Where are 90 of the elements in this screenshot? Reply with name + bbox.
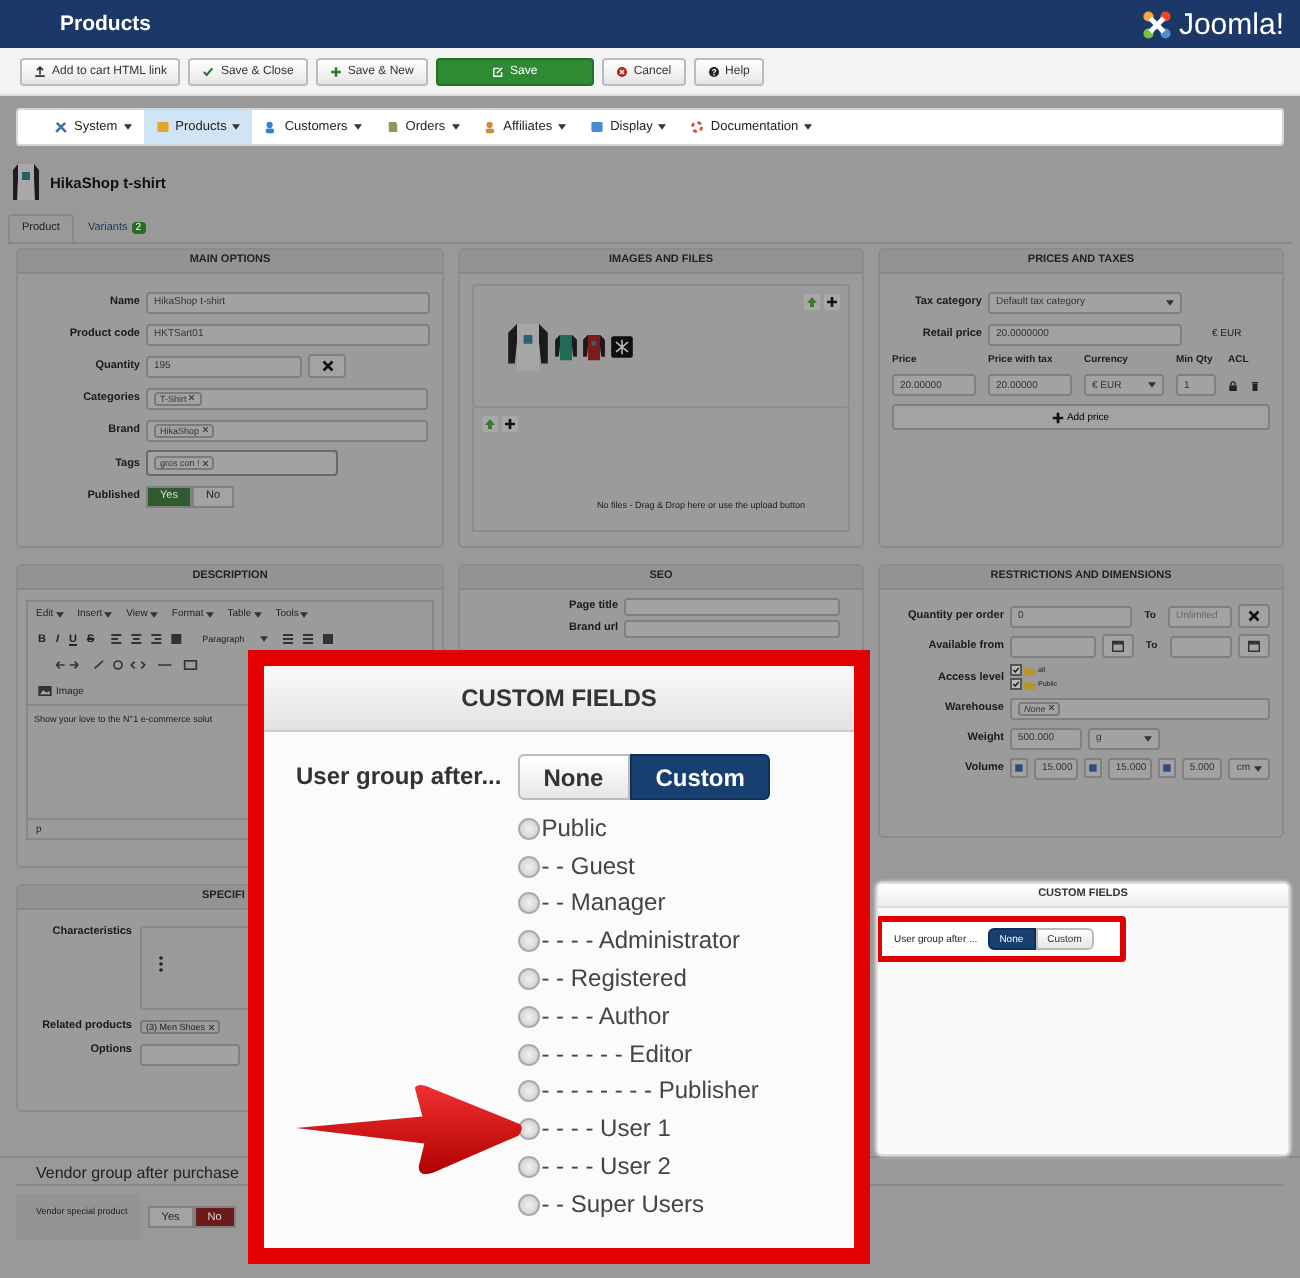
date-field[interactable]	[1169, 635, 1232, 657]
panel-heading: CUSTOM FIELDS	[264, 666, 854, 732]
dimension-icon	[1010, 758, 1028, 778]
radio-button[interactable]	[517, 817, 540, 840]
caret-icon	[658, 124, 667, 130]
caret-icon	[1148, 382, 1156, 388]
lifebuoy-icon	[690, 120, 705, 134]
logo-icon	[1140, 7, 1175, 41]
trash-icon[interactable]	[1250, 379, 1260, 391]
remove-icon[interactable]	[201, 459, 209, 467]
plus-icon	[329, 65, 342, 77]
clear-button[interactable]	[1237, 604, 1270, 628]
caret-icon	[1166, 299, 1174, 305]
logo-text: Joomla!	[1178, 7, 1284, 41]
dimension-icon	[1157, 758, 1176, 778]
cancel-icon	[615, 65, 628, 77]
shirt-icon	[12, 162, 40, 202]
radio-button[interactable]	[517, 930, 540, 953]
page-title: Products	[60, 12, 152, 36]
caret-icon	[1254, 765, 1262, 771]
radio-button[interactable]	[517, 1005, 540, 1028]
dimension-icon	[1083, 758, 1102, 778]
calendar-icon	[1247, 640, 1260, 652]
clear-button[interactable]	[308, 354, 346, 378]
caret-icon	[232, 124, 241, 130]
caret-icon	[260, 636, 269, 642]
remove-icon[interactable]	[207, 1023, 215, 1031]
close-icon	[321, 360, 333, 372]
box-icon	[155, 120, 170, 134]
caret-icon	[804, 124, 813, 130]
field-label: User group after...	[296, 760, 502, 790]
input-field[interactable]	[624, 597, 840, 615]
close-icon	[1247, 610, 1260, 622]
group-label: - - Manager	[541, 888, 666, 917]
group-label: - - - - - - Editor	[541, 1039, 693, 1068]
plus-icon[interactable]	[824, 294, 840, 310]
remove-icon[interactable]	[1047, 704, 1055, 712]
caret-icon	[123, 124, 132, 130]
caret-icon	[104, 611, 113, 617]
caret-icon	[353, 124, 362, 130]
group-label: - - - - - - - - Publisher	[541, 1076, 759, 1105]
caret-icon	[558, 124, 567, 130]
caret-icon	[451, 124, 460, 130]
input-field[interactable]	[624, 619, 840, 637]
input-field[interactable]	[140, 1044, 240, 1066]
radio-button[interactable]	[517, 855, 540, 878]
plus-icon[interactable]	[502, 416, 518, 432]
people-icon	[264, 120, 279, 134]
radio-button[interactable]	[517, 1080, 540, 1103]
check-icon	[202, 65, 215, 77]
toggle-option[interactable]: None	[517, 754, 630, 800]
group-label: - - Guest	[541, 851, 635, 880]
toggle-option[interactable]: Custom	[629, 754, 771, 800]
calendar-icon	[1111, 640, 1124, 652]
checkbox[interactable]	[1010, 678, 1022, 690]
radio-button[interactable]	[517, 1118, 540, 1141]
image-icon	[38, 686, 52, 696]
caret-icon	[55, 611, 64, 617]
remove-icon[interactable]	[188, 394, 196, 402]
group-label: - - - - User 1	[541, 1114, 671, 1143]
group-label: - - - - Author	[541, 1001, 670, 1030]
save-icon	[492, 65, 504, 77]
caret-icon	[1144, 735, 1152, 741]
radio-button[interactable]	[517, 967, 540, 990]
list-icons[interactable]	[278, 634, 339, 644]
upload-icon	[34, 65, 46, 77]
plus-icon	[1052, 411, 1065, 423]
caret-icon	[205, 611, 214, 617]
radio-button[interactable]	[517, 1193, 540, 1216]
orders-icon	[385, 120, 400, 134]
group-label: - - Registered	[541, 963, 687, 992]
checkbox[interactable]	[1010, 664, 1022, 676]
caret-icon	[300, 611, 309, 617]
affiliates-icon	[483, 120, 498, 134]
group-label: - - - - Administrator	[541, 926, 741, 955]
display-icon	[590, 120, 605, 134]
help-icon	[707, 65, 720, 77]
drag-handle-icon[interactable]	[158, 956, 164, 972]
calendar-button[interactable]	[1237, 634, 1270, 658]
group-label: Public	[541, 813, 607, 842]
radio-button[interactable]	[517, 1155, 540, 1178]
group-label: - - Super Users	[541, 1189, 705, 1218]
radio-button[interactable]	[517, 1043, 540, 1066]
calendar-button[interactable]	[1101, 634, 1134, 658]
caret-icon	[149, 611, 158, 617]
lock-icon[interactable]	[1228, 379, 1238, 391]
radio-button[interactable]	[517, 892, 540, 915]
caret-icon	[253, 611, 262, 617]
remove-icon[interactable]	[201, 426, 209, 434]
date-field[interactable]	[1010, 635, 1096, 657]
